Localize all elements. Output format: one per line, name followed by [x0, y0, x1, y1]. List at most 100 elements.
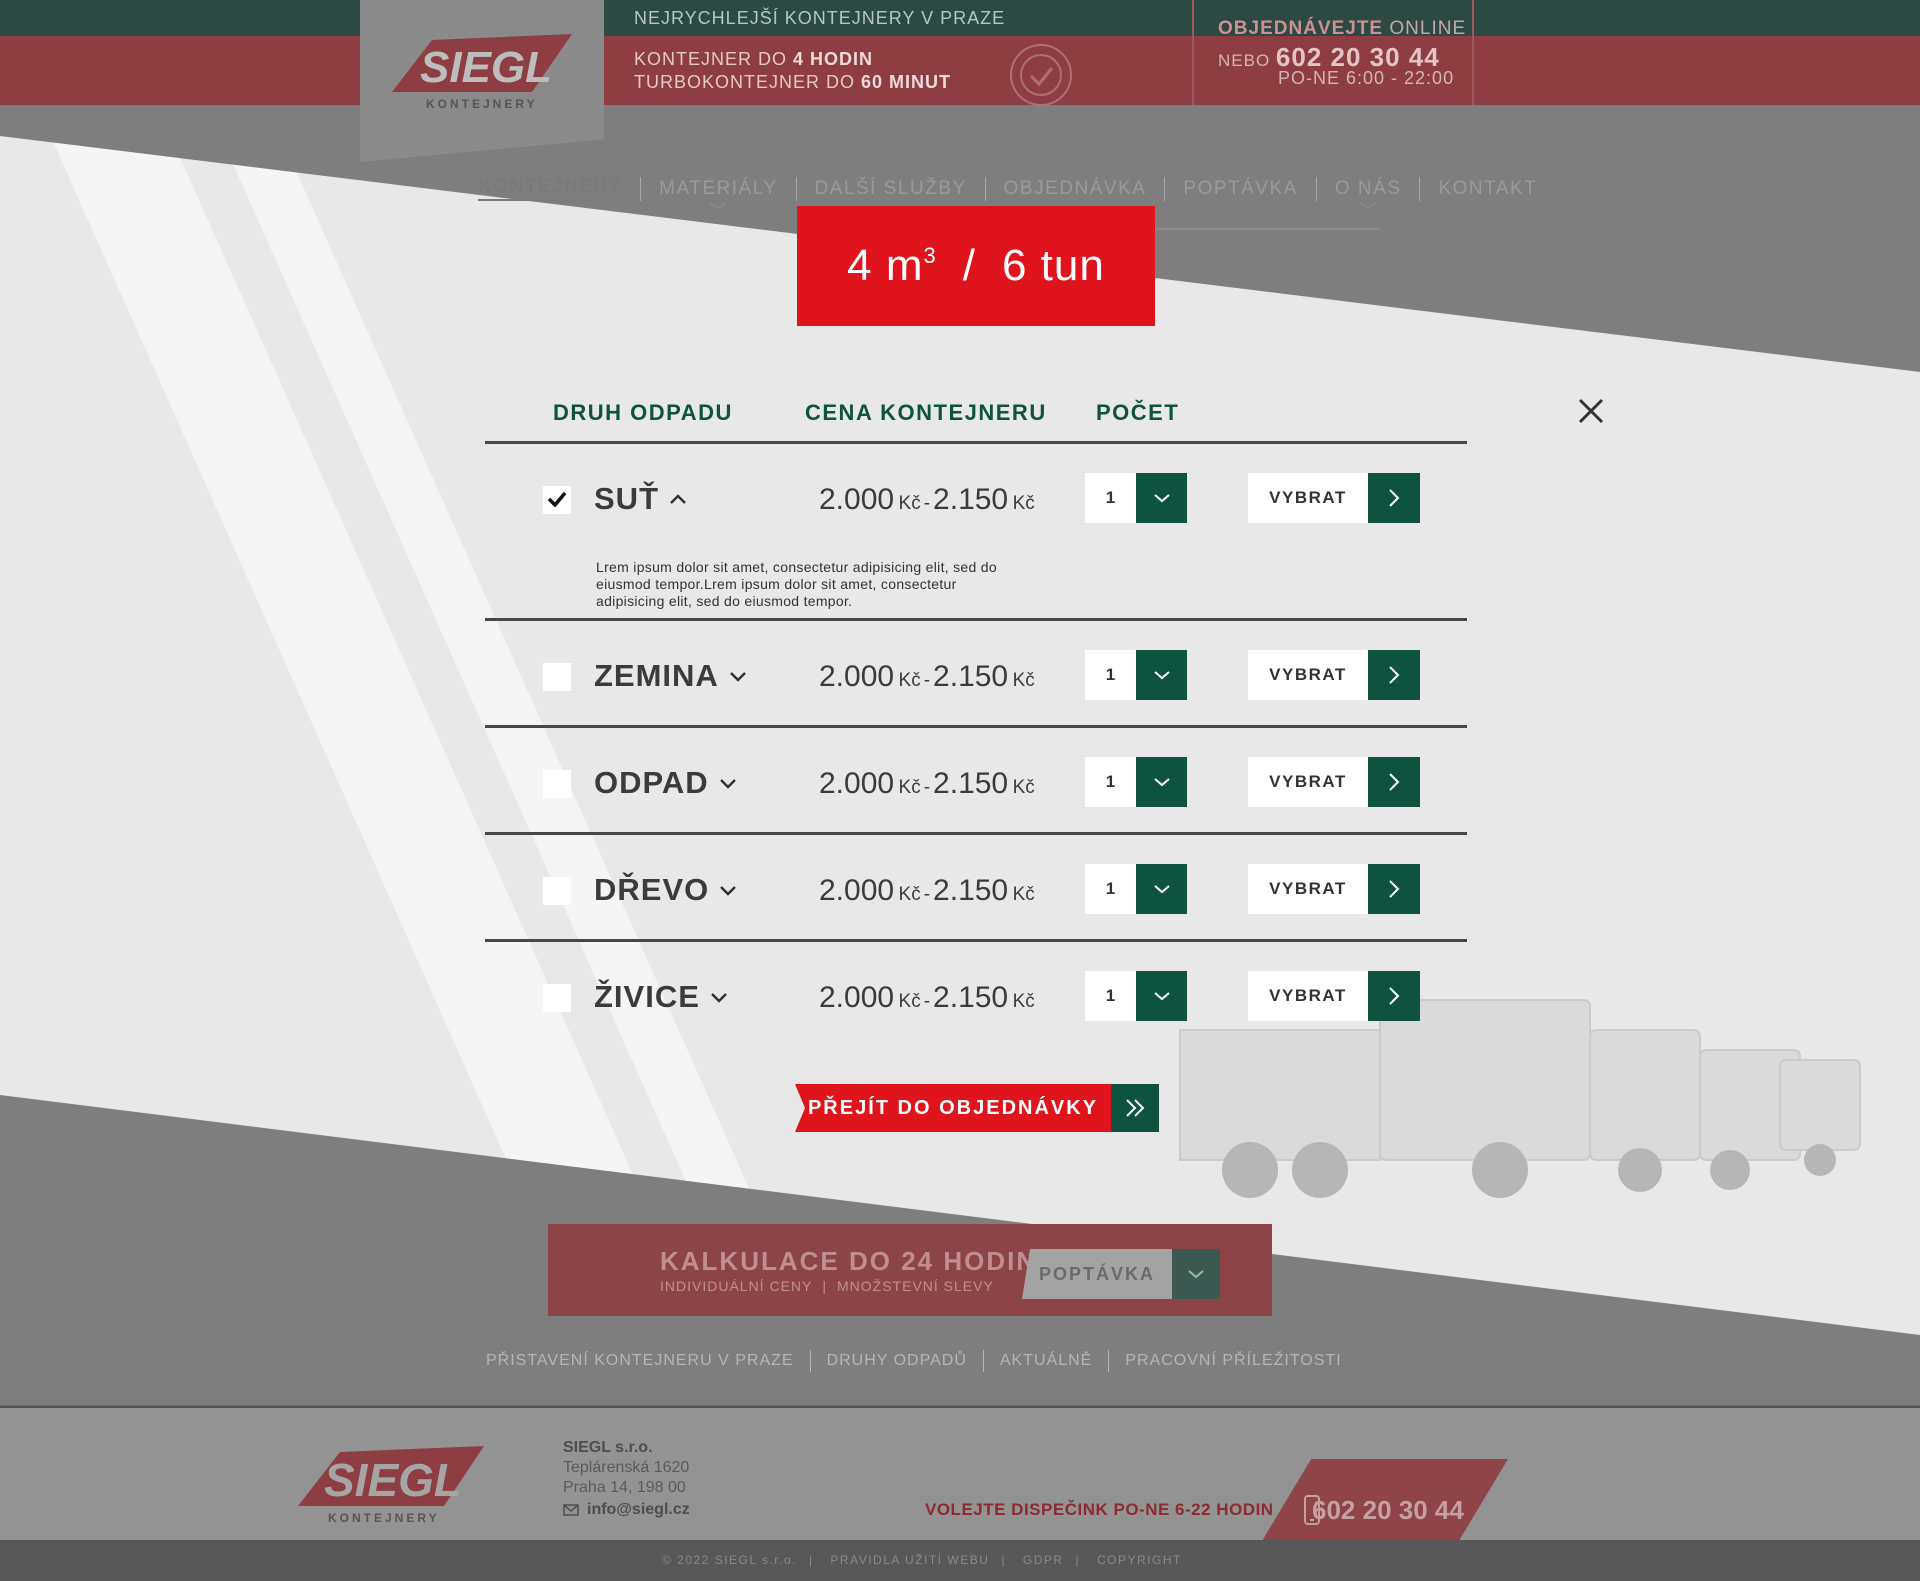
- go-to-order-button[interactable]: PŘEJÍT DO OBJEDNÁVKY: [795, 1084, 1159, 1132]
- waste-checkbox[interactable]: [543, 770, 571, 798]
- footer-siegl-logo[interactable]: SIEGL KONTEJNERY: [298, 1444, 484, 1524]
- footer-link-container-delivery[interactable]: PŘISTAVENÍ KONTEJNERU V PRAZE: [486, 1352, 810, 1370]
- column-header-price: CENA KONTEJNERU: [805, 400, 1047, 425]
- chevron-down-icon: [720, 886, 737, 896]
- footer-link-waste-types[interactable]: DRUHY ODPADŮ: [811, 1352, 983, 1370]
- select-button-label: VYBRAT: [1248, 971, 1368, 1021]
- close-icon[interactable]: [1578, 398, 1604, 424]
- quantity-value: 1: [1085, 971, 1136, 1021]
- waste-name[interactable]: ODPAD: [594, 765, 737, 801]
- top-contact: OBJEDNÁVEJTE ONLINE NEBO 602 20 30 44 PO…: [1192, 0, 1474, 105]
- row-divider: [485, 939, 1467, 942]
- chevron-down-icon: [1359, 201, 1377, 209]
- chevron-down-icon[interactable]: [1136, 473, 1187, 523]
- nav-underline: [1150, 228, 1380, 230]
- nav-item-label: O NÁS: [1334, 177, 1402, 199]
- inquiry-button-label: POPTÁVKA: [1022, 1249, 1172, 1299]
- chevron-right-icon: [1368, 650, 1420, 700]
- company-email[interactable]: info@siegl.cz: [563, 1500, 690, 1520]
- main-nav: KONTEJNERY MATERIÁLY DALŠÍ SLUŽBY OBJEDN…: [478, 176, 1555, 209]
- chevron-right-icon: [1368, 757, 1420, 807]
- select-button-label: VYBRAT: [1248, 757, 1368, 807]
- waste-checkbox[interactable]: [543, 984, 571, 1012]
- svg-text:SIEGL: SIEGL: [420, 43, 552, 92]
- envelope-icon: [563, 1504, 579, 1516]
- column-header-waste-type: DRUH ODPADU: [553, 400, 733, 425]
- chevron-up-icon: [670, 494, 686, 504]
- inquiry-button[interactable]: POPTÁVKA: [1022, 1249, 1220, 1299]
- nav-item-kontakt[interactable]: KONTAKT: [1420, 178, 1555, 200]
- svg-text:KONTEJNERY: KONTEJNERY: [328, 1511, 440, 1524]
- delivery-line-2-bold: 60 MINUT: [861, 72, 952, 92]
- delivery-line-2-prefix: TURBOKONTEJNER DO: [634, 72, 862, 92]
- price-range: 2.000 Kč -2.150 Kč: [819, 767, 1035, 800]
- footer-phone-number: 602 20 30 44: [1312, 1495, 1464, 1525]
- nav-item-poptavka[interactable]: POPTÁVKA: [1165, 178, 1315, 200]
- waste-checkbox[interactable]: [543, 877, 571, 905]
- copyright-link-gdpr[interactable]: GDPR: [1023, 1553, 1064, 1567]
- waste-name[interactable]: ŽIVICE: [594, 979, 728, 1015]
- select-button[interactable]: VYBRAT: [1248, 650, 1420, 700]
- quantity-value: 1: [1085, 864, 1136, 914]
- copyright-link-rules[interactable]: PRAVIDLA UŽITÍ WEBU: [830, 1553, 989, 1567]
- top-delivery-info: KONTEJNER DO 4 HODIN TURBOKONTEJNER DO 6…: [634, 48, 951, 94]
- nav-item-objednavka[interactable]: OBJEDNÁVKA: [986, 178, 1165, 200]
- row-divider: [485, 725, 1467, 728]
- select-button[interactable]: VYBRAT: [1248, 473, 1420, 523]
- copyright-link-copyright[interactable]: COPYRIGHT: [1097, 1553, 1182, 1567]
- calc-subtitle: INDIVIDUÁLNÍ CENY | MNOŽSTEVNÍ SLEVY: [660, 1278, 994, 1294]
- chevron-down-icon[interactable]: [1136, 650, 1187, 700]
- waste-checkbox[interactable]: [543, 663, 571, 691]
- nav-item-label: MATERIÁLY: [659, 177, 778, 199]
- waste-checkbox[interactable]: [543, 486, 571, 514]
- delivery-line-1-bold: 4 HODIN: [793, 49, 874, 69]
- waste-name-label: SUŤ: [594, 481, 659, 516]
- chevron-down-icon[interactable]: [1136, 971, 1187, 1021]
- chevron-down-icon: [709, 201, 727, 209]
- size-separator: /: [962, 241, 976, 290]
- footer-link-jobs[interactable]: PRACOVNÍ PŘÍLEŽITOSTI: [1109, 1352, 1357, 1370]
- chevron-down-icon[interactable]: [1136, 757, 1187, 807]
- chevron-down-icon[interactable]: [1136, 864, 1187, 914]
- price-range: 2.000 Kč -2.150 Kč: [819, 483, 1035, 516]
- price-range: 2.000 Kč -2.150 Kč: [819, 874, 1035, 907]
- quantity-select[interactable]: 1: [1085, 650, 1187, 700]
- select-button[interactable]: VYBRAT: [1248, 971, 1420, 1021]
- top-bar-red: [0, 36, 1920, 105]
- quantity-select[interactable]: 1: [1085, 757, 1187, 807]
- chevron-down-icon: [729, 672, 746, 682]
- order-online-text: OBJEDNÁVEJTE ONLINE: [1218, 18, 1467, 39]
- footer: [0, 1408, 1920, 1540]
- nav-item-materialy[interactable]: MATERIÁLY: [641, 177, 795, 209]
- quantity-select[interactable]: 1: [1085, 971, 1187, 1021]
- footer-links: PŘISTAVENÍ KONTEJNERU V PRAZE DRUHY ODPA…: [486, 1350, 1358, 1372]
- company-street: Teplárenská 1620: [563, 1459, 690, 1476]
- chevron-down-icon: [719, 779, 736, 789]
- top-hours: PO-NE 6:00 - 22:00: [1278, 68, 1455, 88]
- select-button-label: VYBRAT: [1248, 473, 1368, 523]
- quantity-select[interactable]: 1: [1085, 864, 1187, 914]
- select-button-label: VYBRAT: [1248, 650, 1368, 700]
- double-chevron-right-icon: [1111, 1084, 1159, 1132]
- select-button[interactable]: VYBRAT: [1248, 864, 1420, 914]
- waste-name[interactable]: DŘEVO: [594, 872, 737, 908]
- checkmark-icon: [547, 491, 567, 507]
- select-button[interactable]: VYBRAT: [1248, 757, 1420, 807]
- nav-item-dalsi-sluzby[interactable]: DALŠÍ SLUŽBY: [797, 178, 985, 200]
- siegl-logo[interactable]: SIEGL KONTEJNERY: [392, 32, 572, 112]
- nav-item-kontejnery[interactable]: KONTEJNERY: [478, 176, 623, 201]
- copyright-text: © 2022 SIEGL s.r.o.: [662, 1553, 797, 1567]
- waste-name-label: ZEMINA: [594, 658, 719, 693]
- quantity-select[interactable]: 1: [1085, 473, 1187, 523]
- waste-name[interactable]: ZEMINA: [594, 658, 747, 694]
- go-to-order-label: PŘEJÍT DO OBJEDNÁVKY: [795, 1084, 1111, 1132]
- company-name: SIEGL s.r.o.: [563, 1439, 653, 1456]
- chevron-right-icon: [1368, 864, 1420, 914]
- calc-title: KALKULACE DO 24 HODIN: [660, 1246, 1038, 1276]
- dispatch-text: VOLEJTE DISPEČINK PO-NE 6-22 HODIN: [925, 1500, 1274, 1519]
- company-email-text: info@siegl.cz: [587, 1501, 690, 1518]
- nav-item-o-nas[interactable]: O NÁS: [1317, 177, 1420, 209]
- footer-link-news[interactable]: AKTUÁLNĚ: [984, 1352, 1108, 1370]
- svg-text:SIEGL: SIEGL: [324, 1454, 462, 1506]
- waste-name[interactable]: SUŤ: [594, 481, 687, 517]
